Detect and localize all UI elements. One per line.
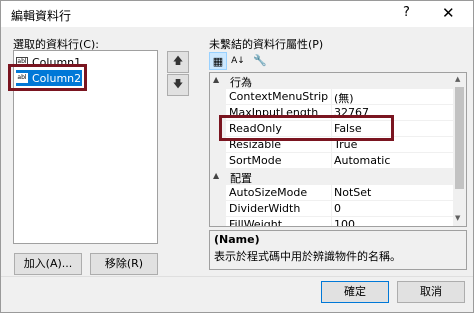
column-separator (331, 185, 332, 201)
property-row[interactable]: FillWeight 100 (226, 217, 453, 227)
column-separator (331, 217, 332, 226)
property-pages-icon[interactable]: 🔧 (251, 52, 269, 70)
highlight-annotation-column2 (8, 64, 87, 91)
move-down-button[interactable]: 🡇 (167, 74, 189, 96)
collapse-icon[interactable]: ▲ (213, 171, 219, 180)
property-value[interactable]: Automatic (334, 154, 390, 167)
move-up-button[interactable]: 🡅 (167, 51, 189, 73)
remove-button[interactable]: 移除(R) (90, 253, 158, 275)
categorized-icon[interactable]: ▦ (209, 52, 227, 70)
column-separator (331, 89, 332, 105)
close-button[interactable]: ✕ (442, 4, 455, 22)
category-layout[interactable]: ▲ 配置 (210, 169, 453, 185)
property-row[interactable]: DividerWidth 0 (226, 201, 453, 217)
scroll-down-icon[interactable]: ▼ (455, 214, 460, 222)
scroll-thumb[interactable] (455, 87, 464, 189)
column-separator (331, 153, 332, 169)
property-value[interactable]: 100 (334, 218, 355, 226)
property-name: FillWeight (229, 218, 283, 227)
property-value[interactable]: NotSet (334, 186, 371, 199)
dialog-title: 編輯資料行 (11, 9, 72, 23)
property-value[interactable]: 0 (334, 202, 341, 215)
property-name: DividerWidth (229, 202, 301, 215)
arrow-down-icon: 🡇 (172, 79, 184, 90)
help-button[interactable]: ? (403, 5, 410, 20)
collapse-icon[interactable]: ▲ (213, 75, 219, 84)
arrow-up-icon: 🡅 (172, 56, 184, 67)
scroll-up-icon[interactable]: ▲ (455, 75, 460, 83)
column-separator (331, 201, 332, 217)
highlight-annotation-readonly (219, 115, 394, 141)
description-text: 表示於程式碼中用於辨識物件的名稱。 (214, 250, 401, 263)
property-name: AutoSizeMode (229, 186, 308, 199)
grid-gutter (210, 73, 226, 226)
category-label: 配置 (230, 172, 252, 185)
cancel-button[interactable]: 取消 (397, 281, 465, 303)
property-value[interactable]: (無) (334, 90, 354, 106)
property-row[interactable]: AutoSizeMode NotSet (226, 185, 453, 201)
grid-scrollbar[interactable]: ▲ ▼ (453, 73, 466, 226)
category-behavior[interactable]: ▲ 行為 (210, 73, 453, 89)
property-description: (Name) 表示於程式碼中用於辨識物件的名稱。 (209, 230, 467, 270)
footer-divider (1, 276, 473, 277)
category-label: 行為 (230, 76, 252, 89)
property-grid[interactable]: ▲ 行為 ContextMenuStrip (無) MaxInputLength… (209, 72, 467, 227)
add-button[interactable]: 加入(A)... (14, 253, 82, 275)
property-row[interactable]: SortMode Automatic (226, 153, 453, 169)
description-title: (Name) (214, 233, 260, 246)
edit-columns-dialog: 編輯資料行 ? ✕ 選取的資料行(C): abl Column1 abl Col… (0, 0, 474, 313)
alphabetical-icon[interactable]: A↓ (229, 52, 247, 70)
property-row[interactable]: ContextMenuStrip (無) (226, 89, 453, 105)
title-bar: 編輯資料行 ? ✕ (1, 1, 473, 27)
properties-label: 未繫結的資料行屬性(P) (209, 38, 324, 51)
ok-button[interactable]: 確定 (321, 281, 389, 303)
property-name: SortMode (229, 154, 282, 167)
property-name: ContextMenuStrip (229, 90, 329, 103)
